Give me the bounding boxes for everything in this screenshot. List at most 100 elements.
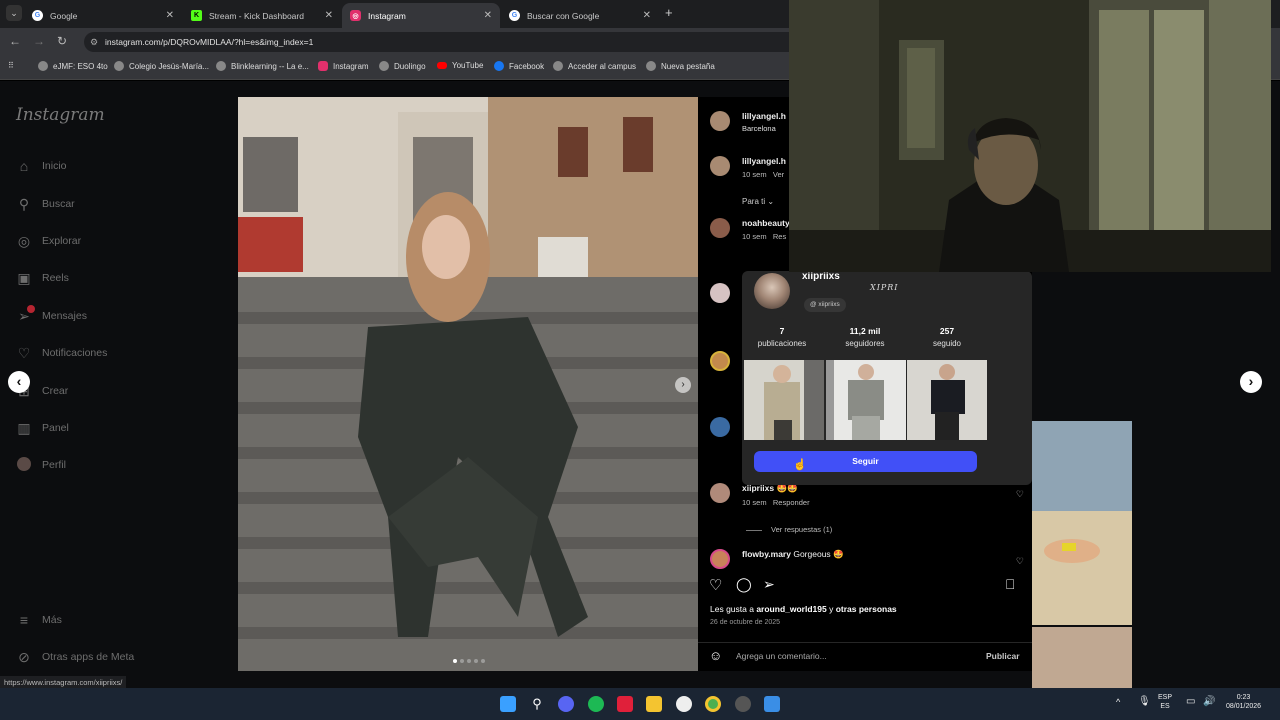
emoji-icon[interactable]: ☺ (709, 648, 722, 663)
bookmark-ejmf[interactable]: eJMF: ESO 4to (38, 61, 108, 71)
likes-others[interactable]: otras personas (836, 604, 897, 614)
profile-username[interactable]: xiipriixs (802, 271, 840, 282)
save-icon[interactable]: ⎕ (1006, 576, 1014, 593)
threads-badge[interactable]: @ xiipriixs (804, 298, 846, 312)
post-photo[interactable]: › (238, 97, 698, 671)
folder-icon[interactable] (646, 696, 662, 712)
comment-input[interactable]: Agrega un comentario... (736, 651, 827, 661)
reload-icon[interactable]: ↻ (57, 34, 67, 48)
likes-user[interactable]: around_world195 (756, 604, 826, 614)
publish-button[interactable]: Publicar (986, 651, 1020, 661)
profile-thumbnail[interactable] (744, 360, 824, 440)
caption-row: lillyangel.h 10 sem Ver (710, 156, 786, 179)
tab-search-button[interactable]: ⌄ (6, 5, 22, 21)
avatar[interactable] (710, 549, 730, 569)
network-icon[interactable]: ▭ (1186, 696, 1195, 707)
like-icon[interactable]: ♡ (709, 576, 722, 594)
bookmark-nueva[interactable]: Nueva pestaña (646, 61, 715, 71)
forward-icon[interactable]: → (33, 34, 45, 48)
previous-post-button[interactable]: ‹ (8, 371, 30, 393)
close-icon[interactable]: ✕ (643, 10, 651, 21)
close-icon[interactable]: ✕ (166, 10, 174, 21)
language-indicator[interactable]: ESP ES (1158, 694, 1172, 710)
avatar[interactable] (710, 156, 730, 176)
likes-line: Les gusta a around_world195 y otras pers… (710, 604, 897, 614)
profile-thumbnail[interactable] (907, 360, 987, 440)
stat-label: seguidores (845, 339, 885, 348)
bookmark-colegio[interactable]: Colegio Jesús-María... (114, 61, 209, 71)
discord-icon[interactable] (558, 696, 574, 712)
profile-avatar[interactable] (754, 273, 790, 309)
like-comment-icon[interactable]: ♡ (1016, 556, 1024, 567)
microphone-icon[interactable]: 🎙 (1138, 696, 1151, 707)
reply-link[interactable]: Responder (773, 498, 810, 507)
comment-icon[interactable]: ◯ (736, 576, 752, 593)
image-next-button[interactable]: › (675, 377, 691, 393)
caption-author[interactable]: lillyangel.h (742, 156, 786, 166)
post-location[interactable]: Barcelona (742, 124, 786, 133)
start-icon[interactable] (500, 696, 516, 712)
tab-instagram[interactable]: ◎ Instagram ✕ (342, 3, 500, 28)
globe-icon (114, 61, 124, 71)
sidebar-item-notificaciones[interactable]: ♡ Notificaciones (16, 345, 108, 361)
reply-link[interactable]: Res (773, 232, 786, 241)
clock[interactable]: 0:23 08/01/2026 (1226, 694, 1261, 710)
clock-date: 08/01/2026 (1226, 703, 1262, 710)
follow-button[interactable]: Seguir (754, 451, 977, 472)
url-field[interactable]: ⚙ instagram.com/p/DQROvMIDLAA/?hl=es&img… (84, 32, 804, 52)
next-post-button[interactable]: › (1240, 371, 1262, 393)
avatar[interactable] (710, 483, 730, 503)
post-author[interactable]: lillyangel.h (742, 111, 786, 121)
bookmark-duolingo[interactable]: Duolingo (379, 61, 426, 71)
avatar[interactable] (710, 283, 730, 303)
instagram-logo[interactable]: Instagram (16, 105, 105, 125)
comment-author[interactable]: flowby.mary (742, 549, 791, 559)
app-icon[interactable] (617, 696, 633, 712)
tab-buscar[interactable]: G Buscar con Google ✕ (501, 3, 659, 28)
obs-icon[interactable] (676, 696, 692, 712)
bookmark-facebook[interactable]: Facebook (494, 61, 544, 71)
bookmark-campus[interactable]: Acceder al campus (553, 61, 636, 71)
sidebar-item-inicio[interactable]: ⌂ Inicio (16, 158, 67, 174)
avatar[interactable] (710, 218, 730, 238)
profile-thumbnail[interactable] (826, 360, 906, 440)
tray-chevron-icon[interactable]: ^ (1116, 697, 1120, 707)
bookmark-instagram[interactable]: Instagram (318, 61, 369, 71)
apps-icon[interactable]: ⠿ (8, 61, 14, 70)
bookmark-blinklearning[interactable]: Blinklearning -- La e... (216, 61, 309, 71)
stat-label: seguido (932, 339, 962, 348)
like-comment-icon[interactable]: ♡ (1016, 489, 1024, 500)
app-icon[interactable] (735, 696, 751, 712)
new-tab-button[interactable]: + (665, 5, 673, 20)
avatar[interactable] (710, 417, 730, 437)
tab-kick[interactable]: K Stream - Kick Dashboard ✕ (183, 3, 341, 28)
para-ti-dropdown[interactable]: Para ti ⌄ (742, 197, 774, 206)
comment-author[interactable]: noahbeauty (742, 218, 790, 228)
threads-handle: xiipriixs (818, 301, 840, 308)
avatar[interactable] (710, 351, 730, 371)
chrome-icon[interactable] (705, 696, 721, 712)
site-info-icon[interactable]: ⚙ (90, 32, 98, 52)
volume-icon[interactable]: 🔊 (1203, 696, 1215, 707)
sidebar-item-perfil[interactable]: Perfil (16, 457, 66, 473)
back-icon[interactable]: ← (9, 34, 21, 48)
sidebar-item-meta[interactable]: ⊘ Otras apps de Meta (16, 649, 134, 665)
search-icon[interactable]: ⚲ (529, 696, 545, 712)
sidebar-item-mas[interactable]: ≡ Más (16, 612, 62, 628)
spotify-icon[interactable] (588, 696, 604, 712)
view-replies[interactable]: Ver respuestas (1) (746, 525, 832, 534)
sidebar-item-mensajes[interactable]: ➢ Mensajes (16, 305, 87, 324)
sidebar-item-panel[interactable]: ▥ Panel (16, 420, 68, 436)
share-icon[interactable]: ➢ (763, 576, 775, 593)
sidebar-item-reels[interactable]: ▣ Reels (16, 270, 68, 286)
close-icon[interactable]: ✕ (325, 10, 333, 21)
bookmark-label: Acceder al campus (568, 61, 637, 71)
sidebar-item-buscar[interactable]: ⚲ Buscar (16, 196, 75, 212)
bookmark-youtube[interactable]: YouTube (437, 61, 483, 70)
sidebar-item-explorar[interactable]: ◎ Explorar (16, 233, 81, 249)
caption-link[interactable]: Ver (773, 170, 784, 179)
close-icon[interactable]: ✕ (484, 10, 492, 21)
tab-google[interactable]: G Google ✕ (24, 3, 182, 28)
avatar[interactable] (710, 111, 730, 131)
app-icon[interactable] (764, 696, 780, 712)
